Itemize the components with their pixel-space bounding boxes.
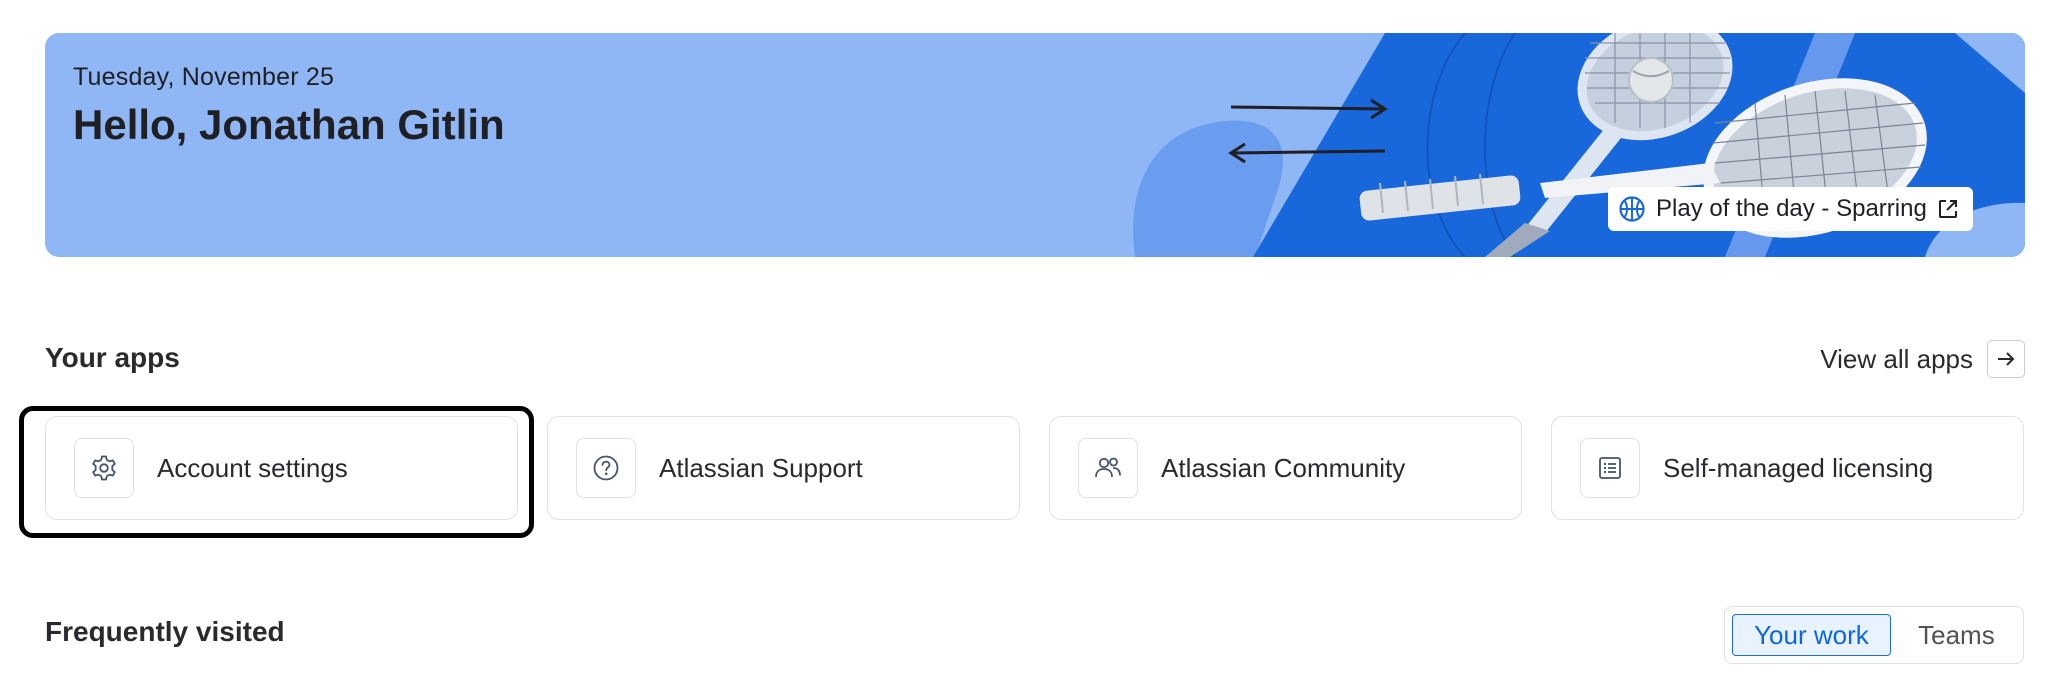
question-circle-icon <box>593 455 619 481</box>
app-icon-box <box>74 438 134 498</box>
greeting-heading: Hello, Jonathan Gitlin <box>73 101 505 148</box>
people-icon <box>1095 457 1121 478</box>
play-of-the-day-label: Play of the day - Sparring <box>1656 195 1927 222</box>
view-all-apps-link[interactable]: View all apps <box>1820 340 2025 378</box>
arrow-right-icon <box>1998 352 2015 366</box>
tab-your-work[interactable]: Your work <box>1732 614 1891 656</box>
play-of-the-day-link[interactable]: Play of the day - Sparring <box>1608 187 1973 231</box>
work-teams-toggle: Your work Teams <box>1724 606 2024 664</box>
your-apps-heading: Your apps <box>45 342 180 373</box>
app-card-label: Account settings <box>157 452 348 483</box>
app-icon-box <box>576 438 636 498</box>
view-all-apps-button[interactable] <box>1987 340 2025 378</box>
app-card-label: Self-managed licensing <box>1663 452 1934 483</box>
app-icon-box <box>1580 438 1640 498</box>
banner-date: Tuesday, November 25 <box>73 63 335 91</box>
app-card-atlassian-support[interactable]: Atlassian Support <box>547 416 1020 520</box>
external-link-icon <box>1938 200 1957 218</box>
tab-teams[interactable]: Teams <box>1897 614 2016 656</box>
app-card-atlassian-community[interactable]: Atlassian Community <box>1049 416 1522 520</box>
basketball-icon <box>1619 196 1645 222</box>
app-card-label: Atlassian Support <box>659 452 863 483</box>
list-icon <box>1599 457 1621 479</box>
app-card-account-settings[interactable]: Account settings <box>45 416 518 520</box>
gear-icon <box>92 455 116 481</box>
hero-banner: Tuesday, November 25 Hello, Jonathan Git… <box>45 33 2025 257</box>
frequently-visited-heading: Frequently visited <box>45 616 285 647</box>
app-icon-box <box>1078 438 1138 498</box>
app-card-self-managed-licensing[interactable]: Self-managed licensing <box>1551 416 2024 520</box>
app-card-label: Atlassian Community <box>1161 452 1406 483</box>
view-all-apps-label: View all apps <box>1820 343 1973 374</box>
